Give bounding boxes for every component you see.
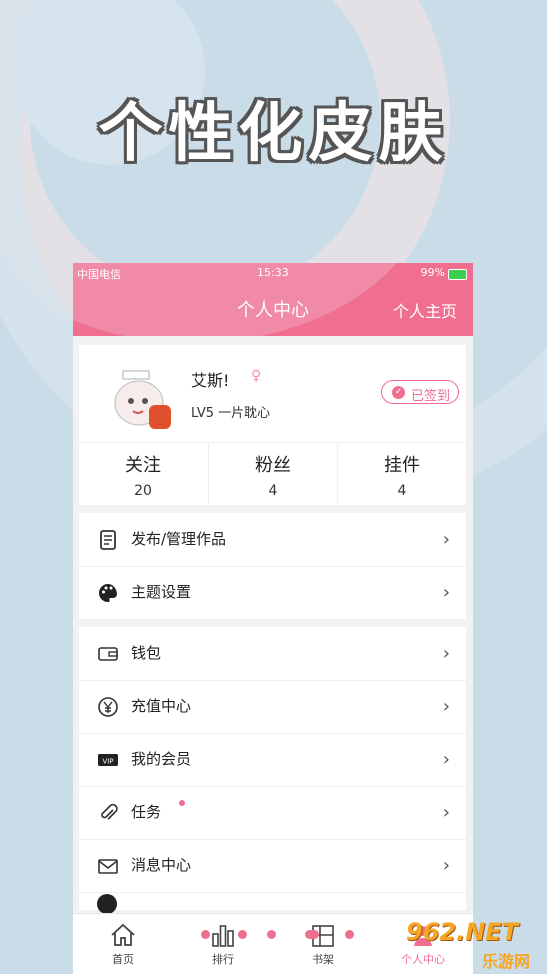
menu-item-membership[interactable]: VIP 我的会员 › — [79, 733, 466, 787]
user-level: LV5 一片耽心 — [191, 406, 271, 421]
stat-value: 20 — [134, 483, 152, 499]
mail-icon — [98, 859, 118, 874]
stat-following[interactable]: 关注 20 — [79, 443, 207, 506]
menu-icon-partial — [97, 894, 117, 914]
palette-icon — [99, 584, 117, 602]
home-icon — [111, 923, 135, 946]
chevron-right-icon: › — [442, 643, 450, 664]
header-bar: 中国电信 15:33 99% 个人中心 个人主页 — [73, 263, 473, 336]
menu-item-label: 消息中心 — [131, 856, 192, 874]
tab-home[interactable]: 首页 — [83, 914, 163, 974]
menu-item-wallet[interactable]: 钱包 › — [79, 627, 466, 681]
signed-in-button[interactable]: ✓ 已签到 — [381, 380, 459, 404]
menu-item-label: 我的会员 — [131, 750, 192, 768]
tab-bookshelf[interactable]: 书架 — [283, 914, 363, 974]
document-icon — [100, 530, 116, 550]
ranking-icon — [212, 925, 234, 947]
personal-homepage-link[interactable]: 个人主页 — [393, 298, 457, 322]
tab-label: 排行 — [212, 953, 234, 966]
phone-screen: 中国电信 15:33 99% 个人中心 个人主页 艾斯! ♀ LV5 一片耽心 … — [73, 263, 473, 974]
signed-in-label: 已签到 — [411, 389, 451, 404]
battery-icon — [448, 269, 467, 280]
profile-card: 艾斯! ♀ LV5 一片耽心 ✓ 已签到 关注 20 粉丝 4 挂件 4 — [79, 345, 466, 506]
tab-label: 首页 — [112, 953, 134, 966]
watermark-sub: 乐游网 — [482, 952, 531, 971]
username: 艾斯! — [191, 371, 230, 390]
chevron-right-icon: › — [442, 802, 450, 823]
menu-item-message-center[interactable]: 消息中心 › — [79, 839, 466, 893]
menu-item-label: 钱包 — [131, 644, 162, 662]
female-icon: ♀ — [251, 368, 262, 384]
yen-icon — [98, 697, 118, 717]
menu-item-label: 任务 — [131, 803, 162, 821]
tab-label: 书架 — [312, 953, 334, 966]
stat-label: 粉丝 — [255, 455, 291, 476]
wallet-icon — [98, 647, 118, 661]
stat-followers[interactable]: 粉丝 4 — [209, 443, 337, 506]
menu-item-manage-works[interactable]: 发布/管理作品 › — [79, 513, 466, 567]
tab-ranking[interactable]: 排行 — [183, 914, 263, 974]
battery-percent: 99% — [420, 266, 445, 279]
chevron-right-icon: › — [442, 855, 450, 876]
paperclip-icon — [101, 803, 118, 820]
decoration-dot — [201, 930, 210, 939]
stat-label: 挂件 — [384, 455, 420, 476]
decoration-dot — [345, 930, 354, 939]
status-time: 15:33 — [257, 266, 289, 279]
menu-item-label: 充值中心 — [131, 697, 192, 715]
menu-item-theme-settings[interactable]: 主题设置 › — [79, 566, 466, 619]
stat-value: 4 — [397, 483, 407, 499]
stats-row: 关注 20 粉丝 4 挂件 4 — [79, 442, 466, 506]
decoration-dot — [238, 930, 247, 939]
stat-label: 关注 — [125, 455, 161, 476]
menu-item-label: 发布/管理作品 — [131, 530, 227, 548]
menu-item-tasks[interactable]: 任务 › — [79, 786, 466, 840]
watermark-main: 962.NET — [406, 918, 519, 946]
promo-headline: 个性化皮肤 — [98, 97, 449, 171]
menu-group-works: 发布/管理作品 › 主题设置 › — [79, 513, 466, 619]
chevron-right-icon: › — [442, 582, 450, 603]
site-watermark: 962.NET 乐游网 — [406, 916, 544, 971]
stat-value: 4 — [268, 483, 278, 499]
chevron-right-icon: › — [442, 529, 450, 550]
carrier-label: 中国电信 — [77, 268, 121, 281]
notification-dot — [179, 800, 185, 806]
chevron-right-icon: › — [442, 696, 450, 717]
svg-text:VIP: VIP — [102, 758, 113, 766]
avatar[interactable] — [109, 365, 179, 435]
menu-group-account: 钱包 › 充值中心 › VIP 我的会员 › 任务 › 消息中心 › — [79, 627, 466, 914]
stat-pendants[interactable]: 挂件 4 — [338, 443, 466, 506]
decoration-dot — [267, 930, 276, 939]
menu-item-label: 主题设置 — [131, 583, 192, 601]
check-icon: ✓ — [392, 386, 405, 399]
decoration-dot — [305, 930, 319, 939]
vip-icon: VIP — [98, 754, 118, 766]
menu-item-recharge-center[interactable]: 充值中心 › — [79, 680, 466, 734]
status-bar: 中国电信 15:33 99% — [77, 266, 469, 282]
chevron-right-icon: › — [442, 749, 450, 770]
